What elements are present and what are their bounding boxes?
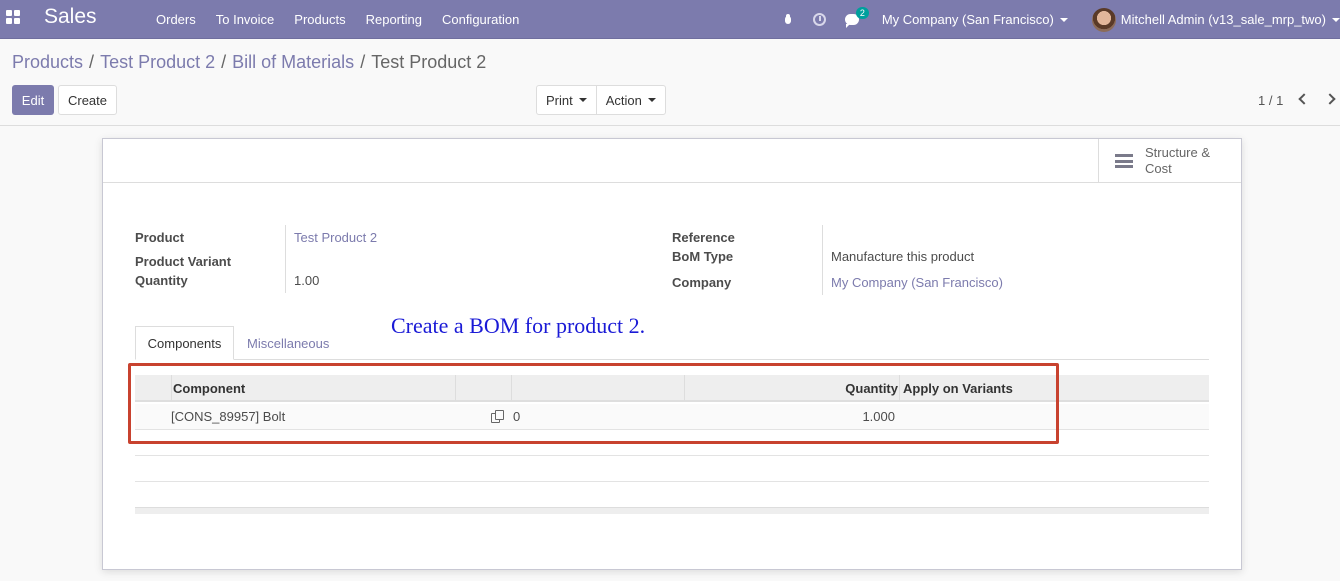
breadcrumb-separator: /: [221, 52, 227, 72]
apps-grid-icon[interactable]: [6, 10, 20, 24]
bug-icon: [783, 14, 793, 25]
app-name[interactable]: Sales: [44, 5, 97, 29]
print-label: Print: [546, 92, 573, 108]
company-label: Company: [672, 275, 732, 290]
component-cell[interactable]: [CONS_89957] Bolt: [171, 404, 451, 429]
main-menu: Orders To Invoice Products Reporting Con…: [146, 0, 529, 39]
table-header: Component Quantity Apply on Variants: [135, 375, 1209, 402]
caret-down-icon: [1059, 17, 1068, 22]
product-label: Product: [135, 230, 185, 245]
bars-icon: [1115, 154, 1133, 168]
bom-type-field[interactable]: Manufacture this product: [831, 249, 974, 264]
company-field[interactable]: My Company (San Francisco): [831, 275, 1003, 290]
table-footer: [135, 507, 1209, 514]
avatar: [1091, 7, 1116, 32]
chevron-left-icon: [1298, 93, 1310, 105]
form-sheet: Structure & Cost Product Test Product 2 …: [102, 138, 1242, 570]
caret-down-icon: [1332, 17, 1340, 22]
breadcrumb-test-product[interactable]: Test Product 2: [100, 52, 215, 73]
clock-icon: [813, 13, 827, 26]
structure-cost-line1: Structure &: [1145, 145, 1211, 160]
breadcrumb: Products / Test Product 2 / Bill of Mate…: [12, 52, 486, 73]
button-box: Structure & Cost: [103, 139, 1241, 183]
product-variant-label: Product Variant: [135, 254, 232, 269]
breadcrumb-current: Test Product 2: [371, 52, 487, 72]
caret-down-icon: [647, 98, 656, 102]
print-dropdown[interactable]: Print: [537, 86, 596, 114]
header-spacer: [455, 375, 511, 401]
header-quantity[interactable]: Quantity: [684, 375, 899, 401]
company-switcher[interactable]: My Company (San Francisco): [868, 12, 1080, 27]
debug-button[interactable]: [772, 0, 804, 39]
user-menu[interactable]: Mitchell Admin (v13_sale_mrp_two): [1080, 7, 1340, 32]
action-label: Action: [605, 92, 642, 108]
tab-miscellaneous[interactable]: Miscellaneous: [247, 326, 329, 360]
reference-label: Reference: [672, 230, 735, 245]
empty-row: [135, 430, 1209, 456]
bom-type-label: BoM Type: [672, 249, 734, 264]
notebook-tabs: Components Miscellaneous: [135, 326, 1209, 360]
breadcrumb-products[interactable]: Products: [12, 52, 83, 73]
tab-components[interactable]: Components: [135, 326, 234, 360]
sidebar-actions: Print Action: [536, 85, 666, 115]
header-handle: [135, 375, 171, 401]
structure-cost-button[interactable]: Structure & Cost: [1098, 139, 1241, 183]
header-apply-on-variants[interactable]: Apply on Variants: [899, 375, 1209, 401]
table-row[interactable]: [CONS_89957] Bolt 0 1.000: [135, 404, 1209, 430]
user-name: Mitchell Admin (v13_sale_mrp_two): [1120, 12, 1326, 27]
menu-item-reporting[interactable]: Reporting: [356, 12, 432, 27]
quantity-cell[interactable]: 1.000: [684, 404, 895, 429]
operation-cell[interactable]: 0: [513, 404, 613, 429]
quantity-label: Quantity: [135, 273, 188, 288]
edit-button[interactable]: Edit: [12, 85, 54, 115]
pager-next-button[interactable]: [1320, 89, 1340, 109]
quantity-field[interactable]: 1.00: [294, 273, 319, 288]
caret-down-icon: [578, 98, 587, 102]
copy-icon[interactable]: [491, 410, 504, 423]
menu-item-configuration[interactable]: Configuration: [432, 12, 529, 27]
empty-row: [135, 456, 1209, 482]
product-field[interactable]: Test Product 2: [294, 230, 377, 245]
label-divider: [285, 225, 286, 293]
label-divider: [822, 225, 823, 295]
breadcrumb-separator: /: [360, 52, 366, 72]
top-navbar: Sales Orders To Invoice Products Reporti…: [0, 0, 1340, 39]
breadcrumb-separator: /: [89, 52, 95, 72]
chevron-right-icon: [1324, 93, 1336, 105]
systray: 2 My Company (San Francisco) Mitchell Ad…: [772, 0, 1340, 39]
pager-previous-button[interactable]: [1294, 89, 1314, 109]
pager-value[interactable]: 1 / 1: [1258, 93, 1283, 108]
menu-item-products[interactable]: Products: [284, 12, 355, 27]
header-component[interactable]: Component: [171, 375, 455, 401]
activities-button[interactable]: [804, 0, 836, 39]
structure-cost-line2: Cost: [1145, 161, 1172, 176]
create-button[interactable]: Create: [58, 85, 117, 115]
breadcrumb-bill-of-materials[interactable]: Bill of Materials: [232, 52, 354, 73]
header-operation[interactable]: [511, 375, 684, 401]
empty-row: [135, 482, 1209, 508]
control-panel-divider: [0, 125, 1340, 126]
messages-badge: 2: [855, 7, 869, 19]
menu-item-orders[interactable]: Orders: [146, 12, 206, 27]
company-name: My Company (San Francisco): [881, 12, 1054, 27]
menu-item-to-invoice[interactable]: To Invoice: [206, 12, 285, 27]
action-dropdown[interactable]: Action: [595, 86, 665, 114]
messages-button[interactable]: 2: [836, 0, 869, 39]
